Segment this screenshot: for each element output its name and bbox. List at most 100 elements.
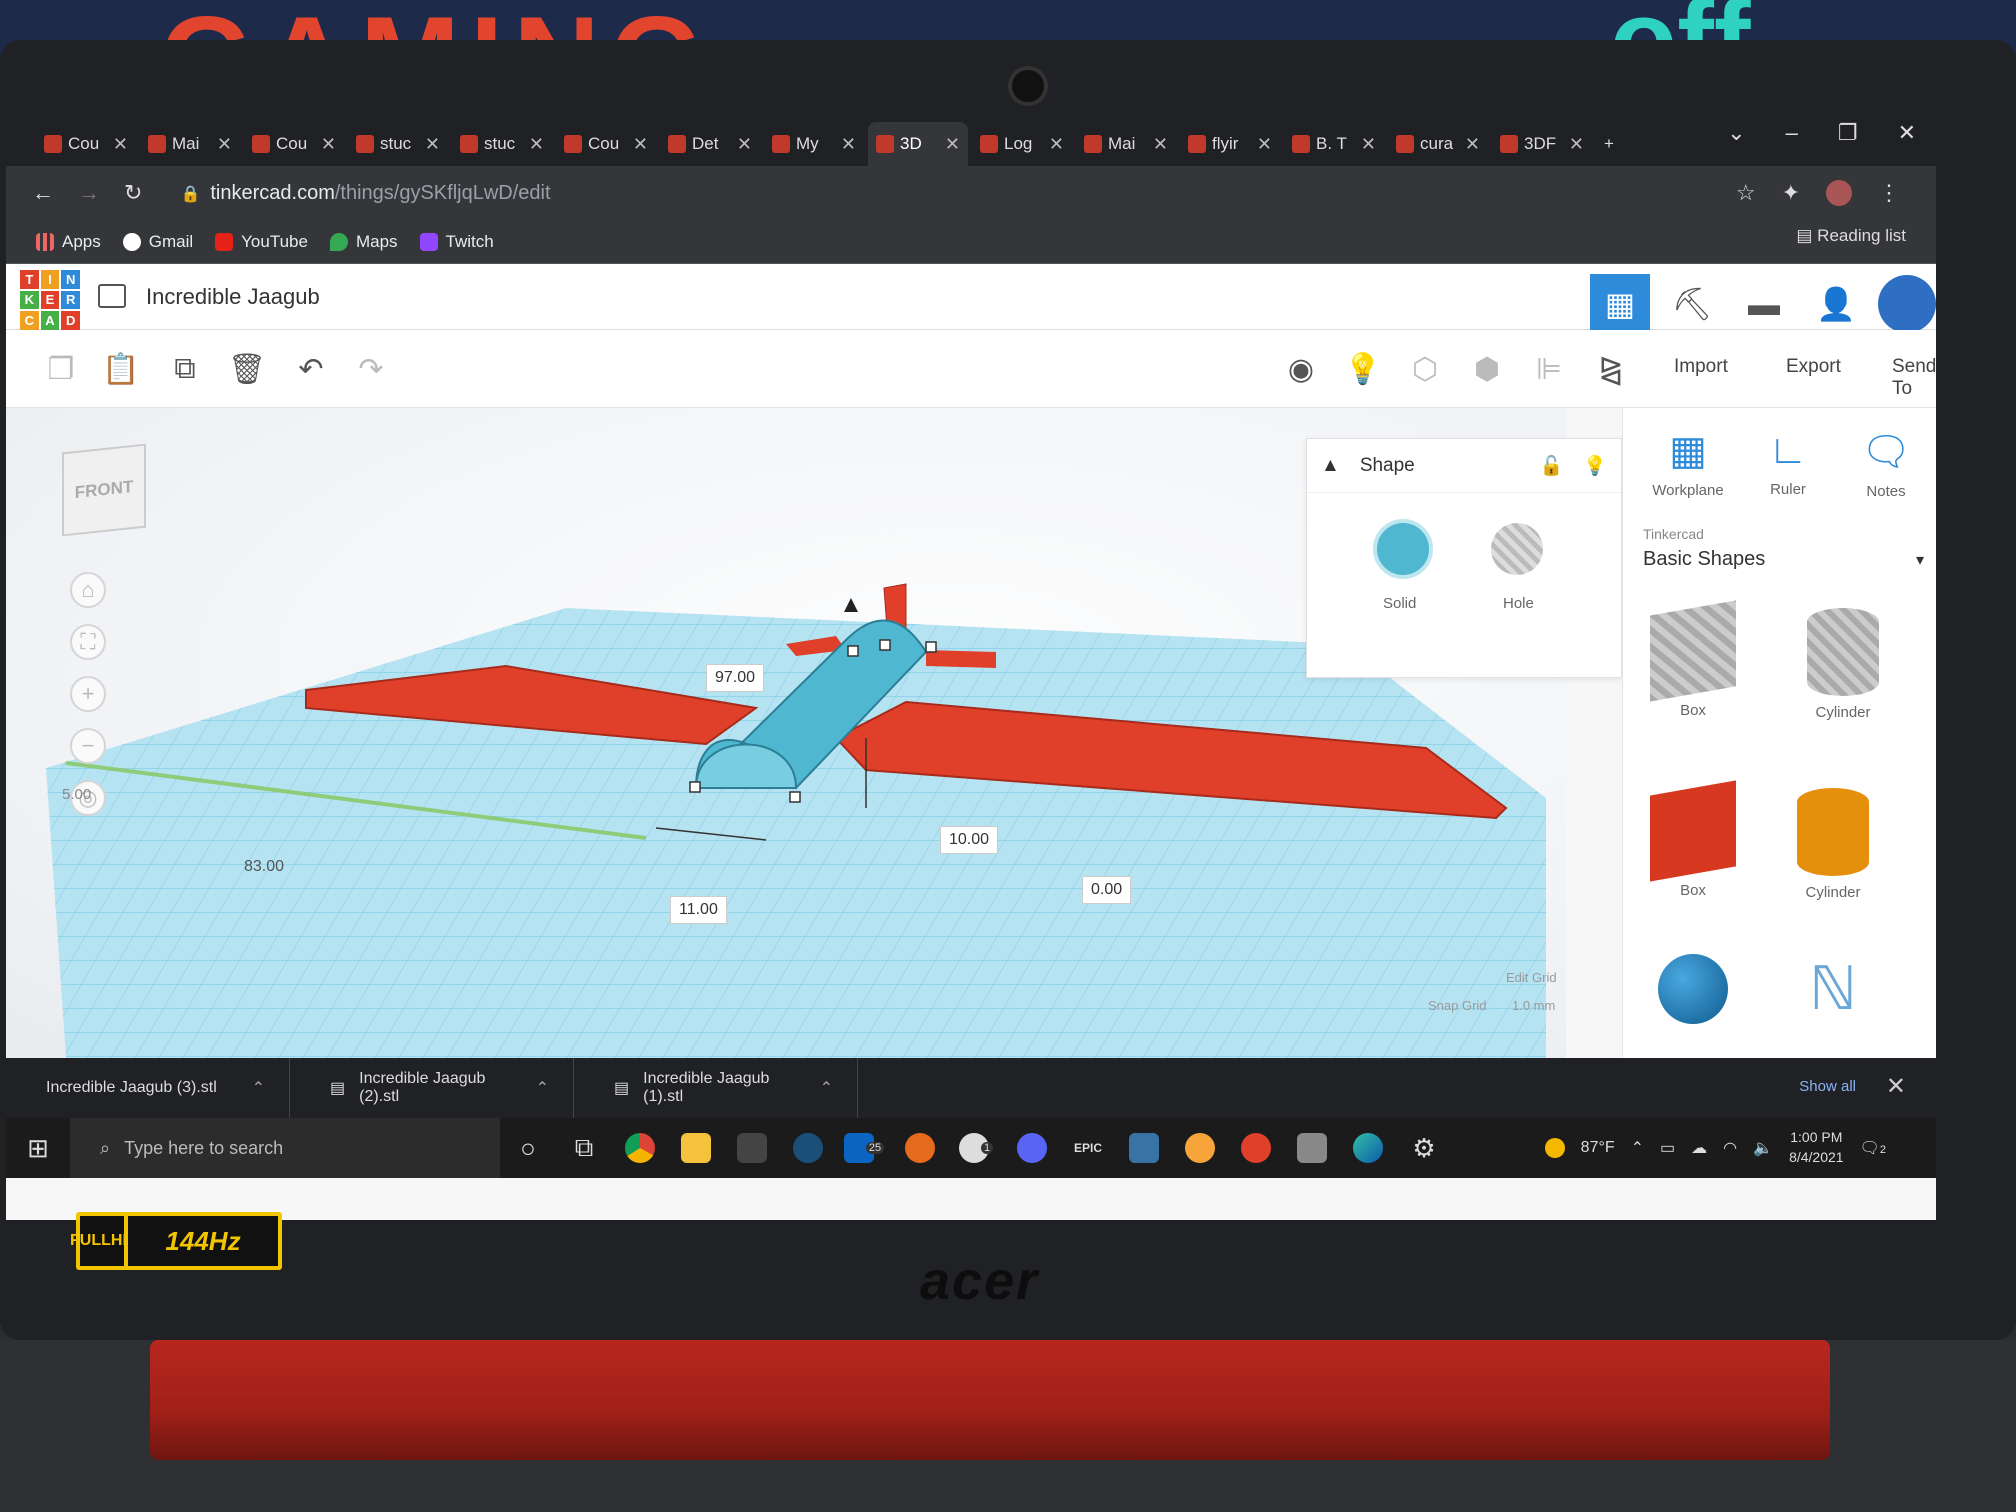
- undo-icon[interactable]: ↶: [292, 350, 330, 388]
- url-field[interactable]: 🔒 tinkercad.com/things/gySKfljqLwD/edit: [180, 182, 550, 205]
- delete-icon[interactable]: 🗑: [228, 350, 266, 388]
- shape-hole-cylinder[interactable]: Cylinder: [1783, 608, 1903, 721]
- new-tab-icon[interactable]: +: [1596, 122, 1636, 166]
- bookmark-maps[interactable]: Maps: [329, 232, 398, 252]
- chevron-up-icon[interactable]: ⌃: [1631, 1138, 1644, 1158]
- length-dimension[interactable]: 97.00: [706, 664, 765, 692]
- show-all-link[interactable]: Show all: [1799, 1078, 1856, 1095]
- close-tab-icon[interactable]: ✕: [945, 134, 960, 155]
- notes-tool[interactable]: 🗨 Notes: [1841, 428, 1931, 500]
- download-item[interactable]: ▤ Incredible Jaagub (1).stl ⌃: [574, 1058, 858, 1118]
- browser-tab[interactable]: Mai ✕: [1076, 122, 1176, 166]
- chevron-up-icon[interactable]: ⌃: [820, 1078, 833, 1098]
- design-title[interactable]: Incredible Jaagub: [146, 284, 320, 310]
- close-tab-icon[interactable]: ✕: [1465, 134, 1480, 155]
- close-icon[interactable]: ✕: [1886, 1072, 1906, 1101]
- taskbar-search[interactable]: ⌕ Type here to search: [70, 1118, 500, 1178]
- profile-icon[interactable]: [1826, 180, 1852, 206]
- browser-tab[interactable]: Cou ✕: [36, 122, 136, 166]
- wifi-icon[interactable]: ◠: [1723, 1138, 1737, 1158]
- close-tab-icon[interactable]: ✕: [321, 134, 336, 155]
- extensions-icon[interactable]: ✦: [1782, 180, 1800, 206]
- snap-grid-select[interactable]: 1.0 mm: [1512, 998, 1555, 1013]
- scratch-cat-icon[interactable]: [1172, 1118, 1228, 1178]
- duplicate-icon[interactable]: ⧉: [166, 350, 204, 388]
- browser-tab[interactable]: 3DF ✕: [1492, 122, 1592, 166]
- browser-tab[interactable]: Cou ✕: [556, 122, 656, 166]
- import-button[interactable]: Import: [1674, 356, 1728, 378]
- close-tab-icon[interactable]: ✕: [1361, 134, 1376, 155]
- browser-tab[interactable]: 3D ✕: [868, 122, 968, 166]
- close-tab-icon[interactable]: ✕: [841, 134, 856, 155]
- windows-start-icon[interactable]: ⊞: [6, 1118, 70, 1178]
- close-icon[interactable]: ✕: [1898, 120, 1916, 146]
- browser-tab[interactable]: flyir ✕: [1180, 122, 1280, 166]
- library-select[interactable]: Basic Shapes: [1643, 548, 1923, 571]
- browser-tab[interactable]: Log ✕: [972, 122, 1072, 166]
- browser-tab[interactable]: Cou ✕: [244, 122, 344, 166]
- maximize-icon[interactable]: ❐: [1838, 120, 1858, 146]
- collapse-icon[interactable]: ▲: [1321, 455, 1340, 477]
- home-view-icon[interactable]: ⌂: [70, 572, 106, 608]
- battery-icon[interactable]: ▭: [1660, 1138, 1675, 1158]
- cortana-icon[interactable]: ○: [500, 1118, 556, 1178]
- align-icon[interactable]: ⊫: [1530, 350, 1568, 388]
- app-grey-icon[interactable]: [1284, 1118, 1340, 1178]
- close-tab-icon[interactable]: ✕: [425, 134, 440, 155]
- volume-icon[interactable]: 🔈: [1753, 1138, 1773, 1158]
- download-item[interactable]: Incredible Jaagub (3).stl ⌃: [6, 1058, 290, 1118]
- view-cube[interactable]: FRONT: [62, 443, 146, 537]
- lock-shape-icon[interactable]: 🔓: [1540, 454, 1564, 478]
- fit-view-icon[interactable]: ⛶: [70, 624, 106, 660]
- chevron-down-icon[interactable]: ▾: [1916, 550, 1924, 570]
- python-icon[interactable]: [1116, 1118, 1172, 1178]
- group-icon[interactable]: ⬡: [1406, 350, 1444, 388]
- bookmark-gmail[interactable]: Gmail: [122, 232, 193, 252]
- chevron-up-icon[interactable]: ⌃: [536, 1078, 549, 1098]
- edit-grid-button[interactable]: Edit Grid: [1506, 970, 1557, 985]
- menu-kebab-icon[interactable]: ⋮: [1878, 180, 1900, 206]
- browser-tab[interactable]: stuc ✕: [452, 122, 552, 166]
- file-explorer-icon[interactable]: [668, 1118, 724, 1178]
- steam-icon[interactable]: [780, 1118, 836, 1178]
- tab-search-icon[interactable]: ⌄: [1727, 120, 1745, 146]
- hole-swatch[interactable]: [1491, 523, 1543, 575]
- mail-icon[interactable]: 25: [836, 1118, 892, 1178]
- shape-scribble[interactable]: ℕ: [1773, 954, 1893, 1032]
- shape-hole-box[interactable]: Box: [1633, 600, 1753, 719]
- forward-icon[interactable]: →: [78, 180, 100, 206]
- chevron-up-icon[interactable]: ⌃: [252, 1078, 265, 1098]
- close-tab-icon[interactable]: ✕: [113, 134, 128, 155]
- shape-cylinder[interactable]: Cylinder: [1773, 788, 1893, 901]
- browser-tab[interactable]: Mai ✕: [140, 122, 240, 166]
- shape-box[interactable]: Box: [1633, 780, 1753, 899]
- close-tab-icon[interactable]: ✕: [529, 134, 544, 155]
- close-tab-icon[interactable]: ✕: [1153, 134, 1168, 155]
- browser-tab[interactable]: B. T ✕: [1284, 122, 1384, 166]
- notion-icon[interactable]: [724, 1118, 780, 1178]
- solid-swatch[interactable]: [1373, 519, 1433, 579]
- firefox-icon[interactable]: [892, 1118, 948, 1178]
- epic-games-icon[interactable]: EPIC: [1060, 1118, 1116, 1178]
- mirror-icon[interactable]: ⧎: [1592, 350, 1630, 388]
- close-tab-icon[interactable]: ✕: [1049, 134, 1064, 155]
- width-dimension[interactable]: 11.00: [670, 896, 727, 924]
- send-to-button[interactable]: Send To: [1892, 356, 1936, 400]
- design-menu-icon[interactable]: [98, 284, 126, 308]
- height-dimension[interactable]: 10.00: [940, 826, 999, 854]
- browser-tab[interactable]: cura ✕: [1388, 122, 1488, 166]
- workplane-tool[interactable]: ▦ Workplane: [1643, 428, 1733, 499]
- settings-gear-icon[interactable]: ⚙: [1396, 1118, 1452, 1178]
- tinkercad-logo[interactable]: TIN KER CAD: [20, 270, 80, 330]
- close-tab-icon[interactable]: ✕: [1569, 134, 1584, 155]
- elevation-dimension[interactable]: 0.00: [1082, 876, 1132, 904]
- bookmark-youtube[interactable]: YouTube: [215, 232, 308, 252]
- zoom-in-icon[interactable]: +: [70, 676, 106, 712]
- download-item[interactable]: ▤ Incredible Jaagub (2).stl ⌃: [290, 1058, 574, 1118]
- zoom-out-icon[interactable]: −: [70, 728, 106, 764]
- ungroup-icon[interactable]: ⬢: [1468, 350, 1506, 388]
- shape-sphere[interactable]: [1633, 954, 1753, 1032]
- bookmark-twitch[interactable]: Twitch: [419, 232, 494, 252]
- add-user-icon[interactable]: 👤: [1806, 274, 1866, 334]
- reading-list[interactable]: ▤ Reading list: [1796, 226, 1906, 246]
